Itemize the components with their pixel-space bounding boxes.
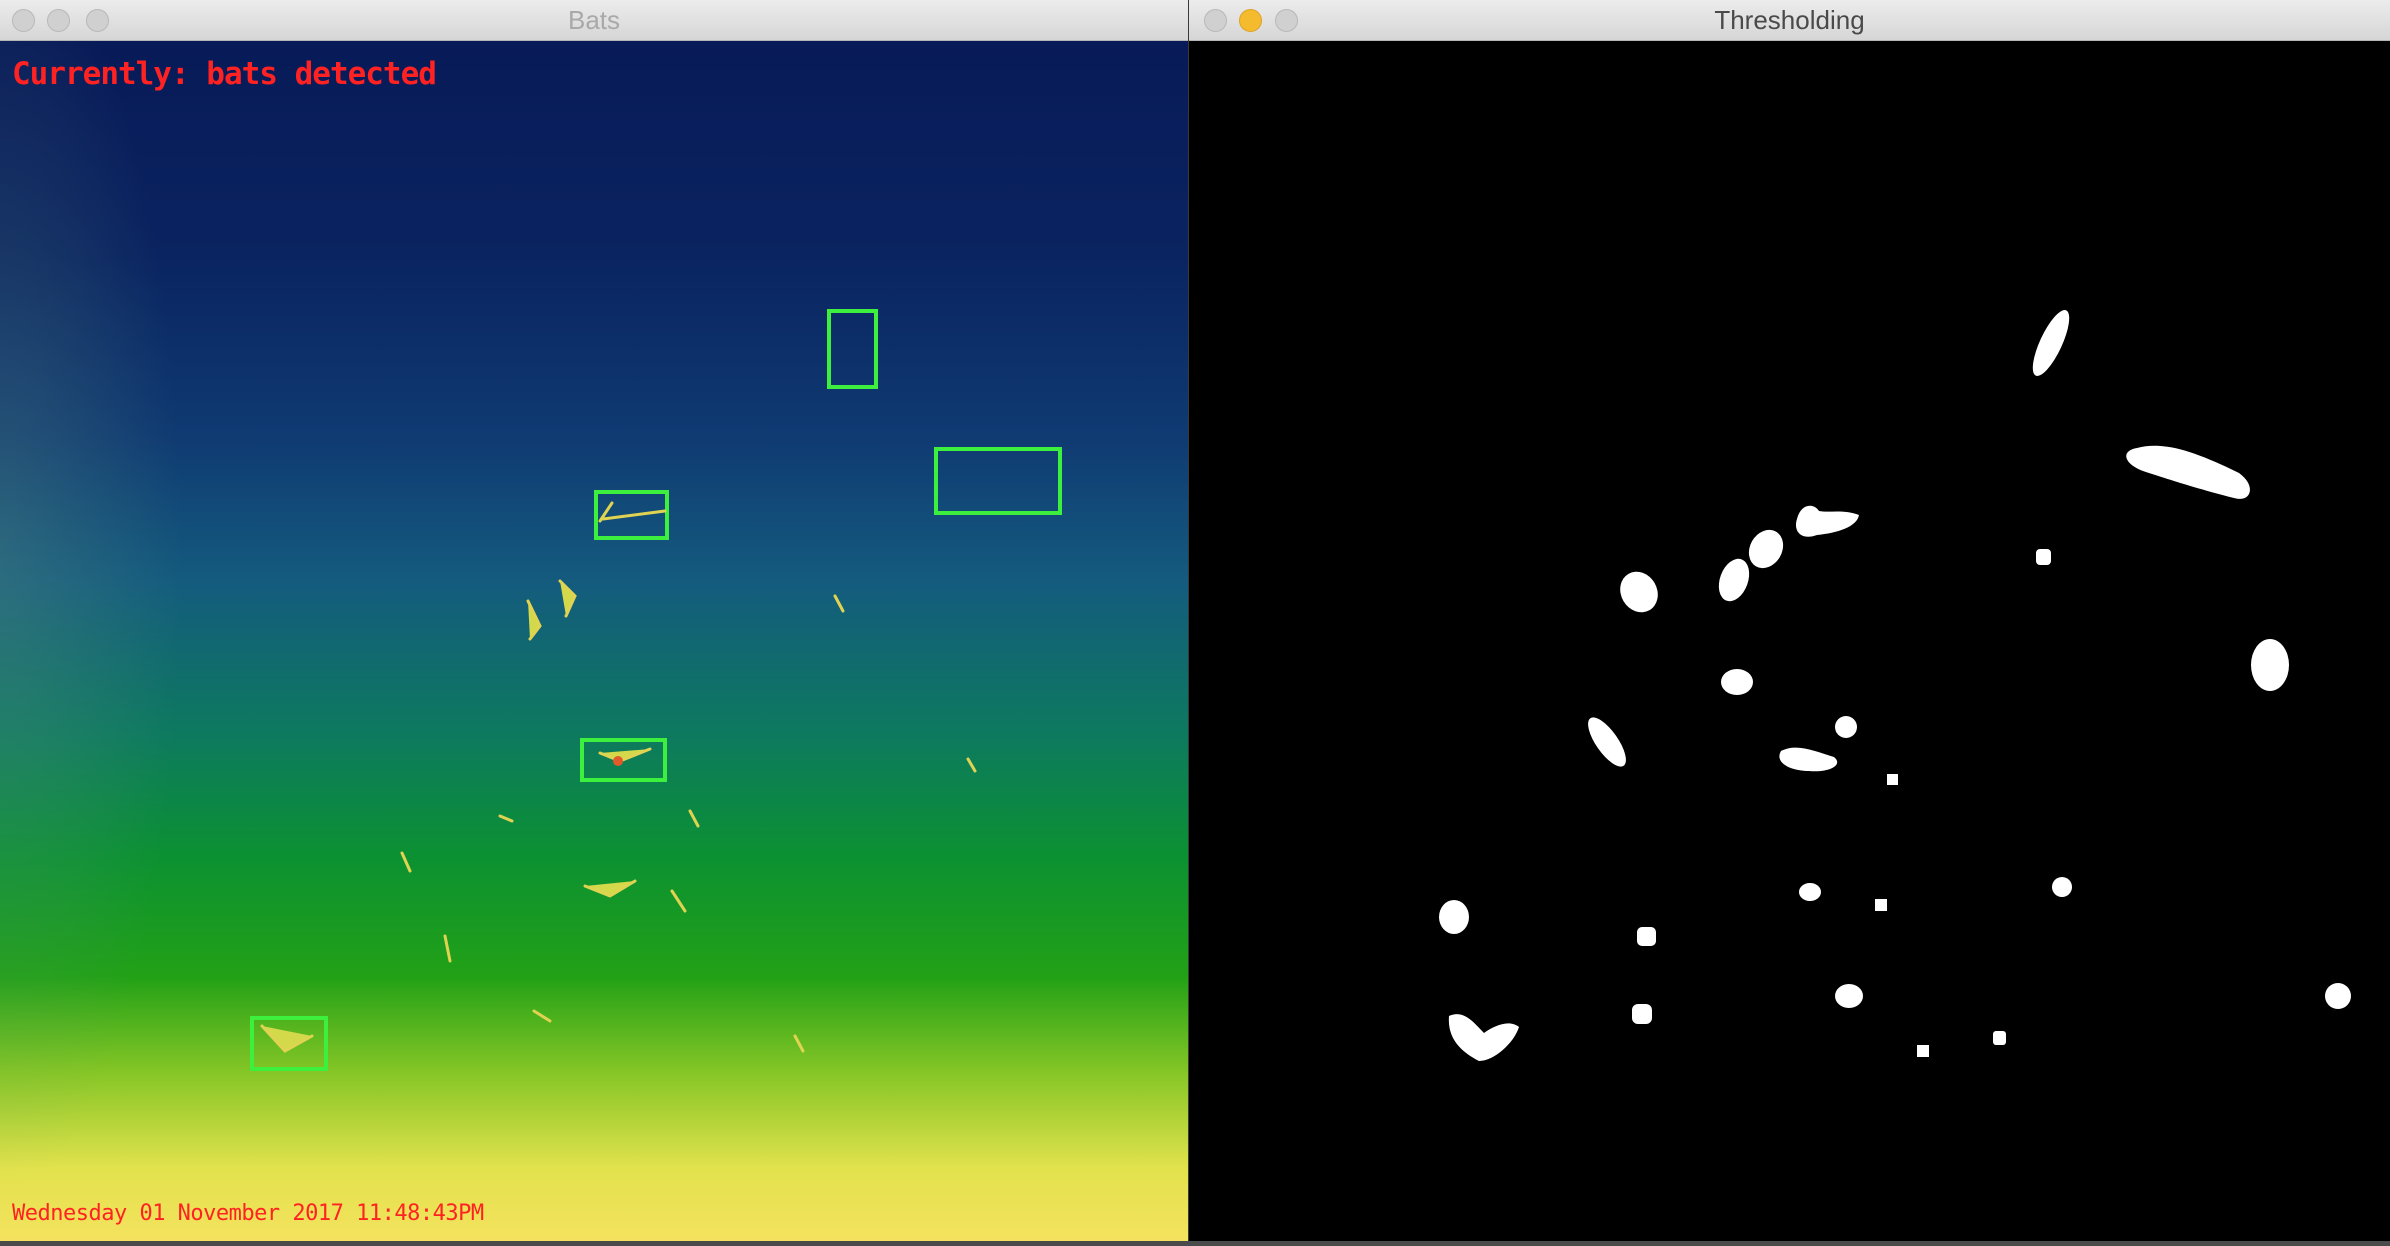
threshold-blob <box>2036 549 2051 565</box>
bat-mark <box>793 1034 805 1053</box>
bat-mark <box>598 501 667 523</box>
threshold-blob <box>1835 716 1857 738</box>
bat-mark <box>498 814 514 823</box>
detection-status-text: Currently: bats detected <box>12 56 437 92</box>
threshold-blob <box>1799 883 1821 901</box>
bat-mark <box>966 757 977 773</box>
bat-mark <box>833 594 845 613</box>
threshold-blob <box>2325 983 2351 1009</box>
detection-box <box>827 309 878 389</box>
threshold-blob <box>1875 899 1887 911</box>
threshold-blob <box>1993 1031 2006 1045</box>
desktop-bottom-edge <box>0 1241 2390 1246</box>
bat-mark <box>260 1024 314 1053</box>
bat-mark <box>443 934 452 963</box>
threshold-blob <box>2032 310 2070 376</box>
bat-mark <box>583 879 637 898</box>
threshold-blob <box>1448 1014 1519 1061</box>
bats-titlebar[interactable]: Bats <box>0 0 1188 41</box>
threshold-blob <box>2251 639 2289 691</box>
bat-mark <box>532 1009 552 1023</box>
bat-mark <box>598 747 652 763</box>
threshold-blob <box>1795 505 1859 537</box>
bat-mark <box>670 889 687 913</box>
threshold-blob <box>2052 877 2072 897</box>
threshold-blob-layer <box>1439 310 2351 1061</box>
bat-mark <box>400 851 412 873</box>
threshold-blob <box>1588 717 1626 767</box>
threshold-blob <box>1917 1045 1929 1057</box>
bats-overlay-layer <box>250 309 1062 1071</box>
bat-mark <box>688 809 700 828</box>
threshold-blob <box>1637 927 1656 946</box>
threshold-blob <box>1748 529 1784 569</box>
frame-timestamp: Wednesday 01 November 2017 11:48:43PM <box>12 1201 484 1226</box>
threshold-blob <box>1439 900 1469 934</box>
detection-box <box>934 447 1062 515</box>
bat-hotspot <box>613 756 623 766</box>
threshold-blob <box>1632 1004 1652 1024</box>
thresholding-titlebar[interactable]: Thresholding <box>1189 0 2390 41</box>
threshold-blob <box>1835 984 1863 1008</box>
thresholding-window[interactable]: Thresholding <box>1188 0 2390 1241</box>
threshold-blob <box>2126 445 2250 499</box>
threshold-mask-frame <box>1189 41 2390 1241</box>
bat-mark <box>526 599 542 641</box>
threshold-blob <box>1718 558 1750 602</box>
threshold-blob <box>1721 669 1753 695</box>
bat-mark <box>558 579 577 618</box>
threshold-blob <box>1779 747 1838 772</box>
bats-window[interactable]: Bats Currently: bats detected Wednesday … <box>0 0 1188 1241</box>
bats-window-title: Bats <box>567 5 621 35</box>
bats-camera-frame: Currently: bats detected Wednesday 01 No… <box>0 41 1188 1241</box>
threshold-blob <box>1887 774 1898 785</box>
threshold-blob <box>1620 571 1658 613</box>
thresholding-window-title: Thresholding <box>1714 5 1865 35</box>
